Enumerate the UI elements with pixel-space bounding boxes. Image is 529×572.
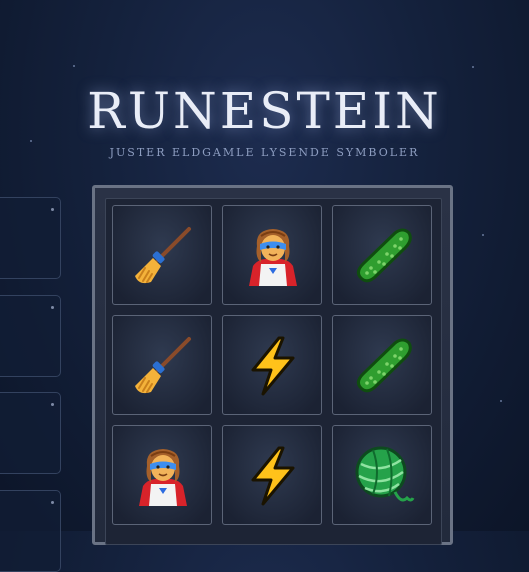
star (472, 66, 474, 68)
grid-cell[interactable] (222, 205, 322, 305)
grid-cell[interactable] (222, 315, 322, 415)
side-panel[interactable] (0, 392, 61, 474)
grid-cell[interactable] (332, 205, 432, 305)
page-subtitle: JUSTER ELDGAMLE LYSENDE SYMBOLER (109, 146, 420, 159)
grid-cell[interactable] (222, 425, 322, 525)
grid-cell[interactable] (112, 315, 212, 415)
star (73, 65, 75, 67)
grid-cell[interactable] (112, 425, 212, 525)
grid-cell[interactable] (332, 425, 432, 525)
page-title: RUNESTEIN (87, 82, 442, 140)
star (30, 140, 32, 142)
star (482, 234, 484, 236)
side-panel[interactable] (0, 295, 61, 377)
side-panel[interactable] (0, 490, 61, 572)
star (500, 400, 502, 402)
side-panel[interactable] (0, 197, 61, 279)
grid-cell[interactable] (112, 205, 212, 305)
grid-cell[interactable] (332, 315, 432, 415)
